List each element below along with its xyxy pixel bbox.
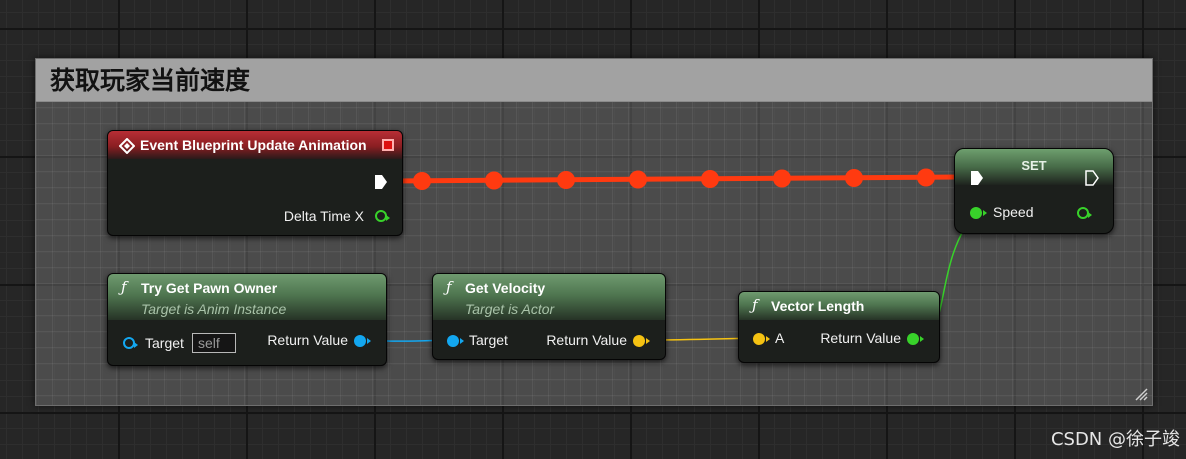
node-vector-length[interactable]: ƒ Vector Length A Return Value	[738, 291, 940, 363]
node-header: ƒ Get Velocity Target is Actor	[433, 274, 665, 320]
a-in-pin[interactable]	[753, 333, 770, 345]
target-in-pin[interactable]	[123, 337, 138, 349]
node-header: ƒ Vector Length	[739, 292, 939, 320]
node-subtitle: Target is Anim Instance	[141, 301, 287, 317]
return-value-label: Return Value	[267, 332, 348, 348]
target-self-field[interactable]: self	[192, 333, 236, 353]
exec-out-pin[interactable]	[374, 174, 388, 190]
exec-wire[interactable]	[391, 174, 963, 184]
function-icon: ƒ	[752, 296, 758, 314]
node-title: Try Get Pawn Owner	[141, 280, 278, 296]
speed-out-pin[interactable]	[1077, 207, 1092, 219]
target-label: Target	[469, 332, 508, 348]
function-icon: ƒ	[121, 278, 127, 296]
delta-time-pin[interactable]	[375, 210, 390, 222]
exec-in-pin[interactable]	[970, 170, 984, 186]
node-title: Event Blueprint Update Animation	[140, 137, 367, 153]
return-value-label: Return Value	[546, 332, 627, 348]
speed-label: Speed	[993, 204, 1034, 220]
node-event-update-animation[interactable]: Event Blueprint Update Animation Delta T…	[107, 130, 403, 236]
function-icon: ƒ	[446, 278, 452, 296]
node-try-get-pawn-owner[interactable]: ƒ Try Get Pawn Owner Target is Anim Inst…	[107, 273, 387, 366]
node-subtitle: Target is Actor	[465, 301, 555, 317]
target-in-pin[interactable]	[447, 335, 464, 347]
node-title: Get Velocity	[465, 280, 546, 296]
delta-time-label: Delta Time X	[283, 208, 364, 224]
speed-in-pin[interactable]	[970, 207, 987, 219]
return-value-label: Return Value	[820, 330, 901, 346]
node-header: Event Blueprint Update Animation	[108, 131, 402, 159]
node-set-speed[interactable]: SET Speed	[954, 148, 1114, 234]
target-label: Target	[145, 335, 184, 351]
node-header: ƒ Try Get Pawn Owner Target is Anim Inst…	[108, 274, 386, 320]
node-get-velocity[interactable]: ƒ Get Velocity Target is Actor Target Re…	[432, 273, 666, 360]
watermark: CSDN @徐子竣	[1050, 429, 1180, 450]
node-title: Vector Length	[771, 298, 865, 314]
return-value-pin[interactable]	[633, 335, 650, 347]
a-label: A	[775, 330, 785, 346]
return-value-pin[interactable]	[907, 333, 924, 345]
event-diamond-icon	[119, 138, 135, 154]
stop-icon[interactable]	[382, 139, 394, 151]
exec-out-pin[interactable]	[1085, 170, 1099, 186]
return-value-pin[interactable]	[354, 335, 371, 347]
